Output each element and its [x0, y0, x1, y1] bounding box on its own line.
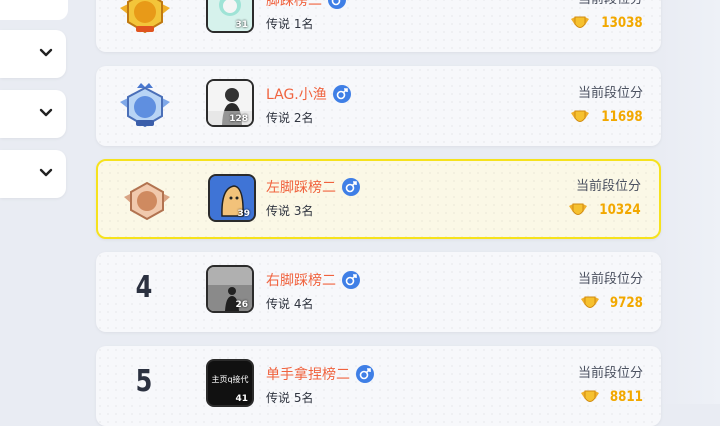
chevron-down-icon [39, 168, 53, 177]
score: 11698 [570, 108, 643, 126]
score-label: 当前段位分 [577, 86, 643, 101]
male-icon [332, 85, 351, 103]
level-label: 128 [229, 114, 248, 124]
score-value: 10324 [599, 202, 641, 218]
score-value: 8811 [609, 389, 643, 405]
player-name[interactable]: LAG.小渔 [266, 84, 351, 104]
leaderboard-row[interactable]: 128 LAG.小渔 传说 2名 当前段位分 11698 [96, 66, 661, 146]
player-name-text: LAG.小渔 [266, 87, 327, 103]
leaderboard-row[interactable]: 5 主页q接代 41 单手拿捏榜二 传说 5名 当前段位分 8811 [96, 346, 661, 426]
silver-crown-badge-icon [120, 83, 170, 128]
rank-number: 5 [135, 364, 153, 399]
score-value: 9728 [609, 295, 643, 311]
level-label: 26 [235, 300, 248, 310]
male-icon [342, 178, 360, 196]
trophy-shield-icon [581, 296, 600, 308]
score-label: 当前段位分 [577, 272, 643, 287]
avatar[interactable]: 31 [206, 0, 254, 33]
rank-number: 4 [135, 270, 153, 305]
gold-crown-badge-icon [120, 0, 170, 34]
filter-dropdown-1[interactable] [0, 30, 66, 78]
player-name-text: 单手拿捏榜二 [266, 367, 350, 383]
avatar[interactable]: 主页q接代 41 [206, 359, 254, 407]
avatar[interactable]: 26 [206, 265, 254, 313]
leaderboard-row[interactable]: 4 26 右脚踩榜二 传说 4名 当前段位分 9728 [96, 252, 661, 332]
score: 13038 [570, 14, 643, 32]
male-icon [342, 271, 360, 289]
player-name[interactable]: 左脚踩榜二 [266, 177, 360, 197]
tier-rank-text: 传说 1名 [266, 17, 314, 31]
score: 9728 [580, 294, 643, 312]
score: 8811 [580, 388, 643, 406]
tier-rank-text: 传说 2名 [266, 111, 314, 125]
tier-rank-text: 传说 3名 [266, 204, 314, 218]
player-name-text: 脚踩榜二 [266, 0, 322, 9]
chevron-down-icon [39, 48, 53, 57]
filter-dropdown-3[interactable] [0, 150, 66, 198]
player-name-text: 右脚踩榜二 [266, 273, 336, 289]
score-label: 当前段位分 [578, 0, 643, 7]
score-label: 当前段位分 [577, 366, 643, 381]
player-name[interactable]: 脚踩榜二 [266, 0, 346, 10]
player-name-text: 左脚踩榜二 [266, 180, 336, 196]
chevron-down-icon [39, 108, 53, 117]
player-name[interactable]: 单手拿捏榜二 [266, 364, 374, 384]
player-name[interactable]: 右脚踩榜二 [266, 270, 360, 290]
score-value: 11698 [601, 109, 643, 125]
bronze-badge-icon [124, 181, 170, 221]
leaderboard-row[interactable]: 31 脚踩榜二 传说 1名 当前段位分 13038 [96, 0, 661, 52]
level-label: 39 [237, 209, 250, 219]
level-label: 41 [235, 394, 248, 404]
filter-panel-top [0, 0, 68, 20]
male-icon [328, 0, 346, 9]
score-value: 13038 [601, 15, 643, 31]
avatar[interactable]: 39 [208, 174, 256, 222]
trophy-shield-icon [569, 203, 588, 215]
trophy-shield-icon [581, 390, 600, 402]
tier-rank-text: 传说 4名 [266, 297, 314, 311]
avatar-text: 主页q接代 [211, 375, 249, 384]
trophy-shield-icon [571, 110, 590, 122]
filter-dropdown-2[interactable] [0, 90, 66, 138]
score-label: 当前段位分 [575, 179, 641, 194]
avatar[interactable]: 128 [206, 79, 254, 127]
trophy-shield-icon [571, 16, 590, 28]
male-icon [356, 365, 374, 383]
level-label: 31 [235, 20, 248, 30]
background-fade [660, 0, 720, 404]
tier-rank-text: 传说 5名 [266, 391, 314, 405]
score: 10324 [568, 201, 641, 219]
leaderboard-row-highlighted[interactable]: 39 左脚踩榜二 传说 3名 当前段位分 10324 [96, 159, 661, 239]
